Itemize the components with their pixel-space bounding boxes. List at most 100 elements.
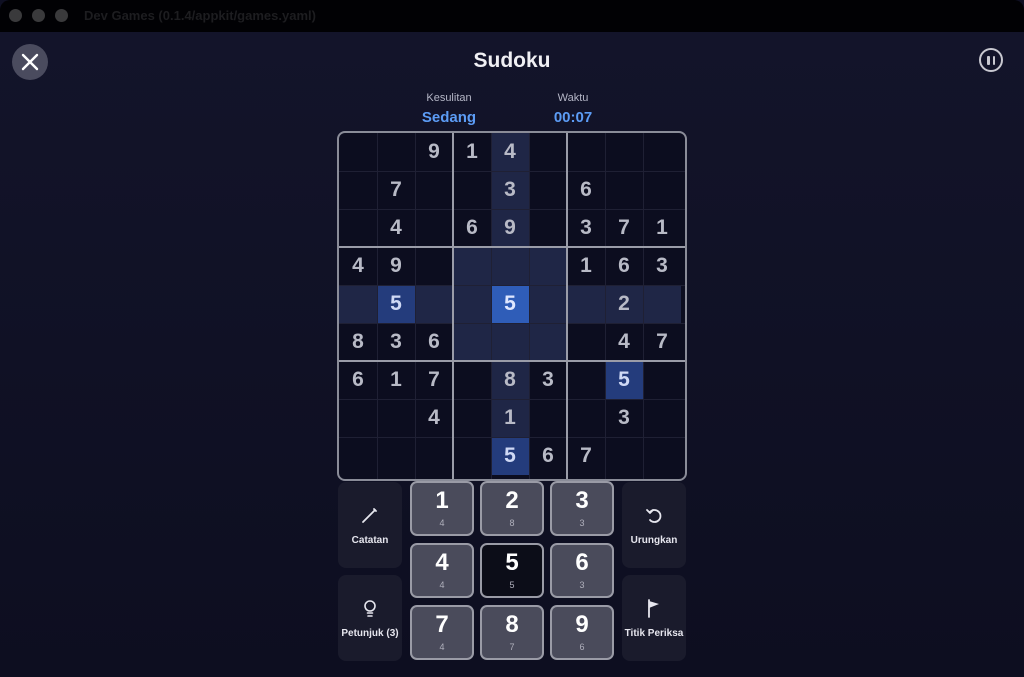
sudoku-cell[interactable] xyxy=(453,437,491,475)
sudoku-cell[interactable] xyxy=(339,285,377,323)
number-button-4[interactable]: 4 4 xyxy=(410,543,474,598)
sudoku-cell[interactable] xyxy=(415,437,453,475)
sudoku-cell[interactable]: 3 xyxy=(377,323,415,361)
sudoku-cell[interactable] xyxy=(643,133,681,171)
sudoku-cell[interactable] xyxy=(529,285,567,323)
sudoku-cell[interactable]: 6 xyxy=(453,209,491,247)
pause-button[interactable] xyxy=(979,48,1003,72)
sudoku-cell[interactable] xyxy=(453,171,491,209)
sudoku-cell[interactable] xyxy=(377,399,415,437)
sudoku-cell[interactable] xyxy=(567,133,605,171)
sudoku-cell[interactable] xyxy=(605,171,643,209)
number-button-1[interactable]: 1 4 xyxy=(410,481,474,536)
sudoku-cell[interactable]: 4 xyxy=(377,209,415,247)
sudoku-cell[interactable]: 3 xyxy=(605,399,643,437)
sudoku-cell[interactable]: 3 xyxy=(529,361,567,399)
notes-button[interactable]: Catatan xyxy=(338,482,402,568)
window-zoom-control[interactable] xyxy=(55,9,68,22)
checkpoint-label: Titik Periksa xyxy=(624,627,684,639)
sudoku-cell[interactable]: 6 xyxy=(339,361,377,399)
sudoku-cell[interactable] xyxy=(339,437,377,475)
number-button-9[interactable]: 9 6 xyxy=(550,605,614,660)
sudoku-cell[interactable] xyxy=(605,437,643,475)
sudoku-cell[interactable] xyxy=(453,285,491,323)
sudoku-cell[interactable] xyxy=(529,399,567,437)
sudoku-cell[interactable]: 7 xyxy=(415,361,453,399)
sudoku-cell[interactable] xyxy=(415,285,453,323)
sudoku-cell[interactable] xyxy=(491,247,529,285)
sudoku-cell[interactable] xyxy=(567,399,605,437)
sudoku-cell[interactable] xyxy=(415,247,453,285)
number-button-3[interactable]: 3 3 xyxy=(550,481,614,536)
hint-label: Petunjuk (3) xyxy=(341,627,399,639)
sudoku-cell[interactable]: 5 xyxy=(377,285,415,323)
sudoku-cell[interactable]: 5 xyxy=(491,285,529,323)
sudoku-cell[interactable]: 6 xyxy=(529,437,567,475)
number-button-5[interactable]: 5 5 xyxy=(480,543,544,598)
sudoku-cell[interactable]: 7 xyxy=(605,209,643,247)
sudoku-cell[interactable] xyxy=(643,437,681,475)
sudoku-cell[interactable] xyxy=(453,323,491,361)
number-button-8[interactable]: 8 7 xyxy=(480,605,544,660)
sudoku-cell[interactable]: 1 xyxy=(453,133,491,171)
sudoku-cell[interactable] xyxy=(339,171,377,209)
sudoku-cell[interactable]: 4 xyxy=(491,133,529,171)
sudoku-cell[interactable]: 4 xyxy=(415,399,453,437)
sudoku-cell[interactable]: 3 xyxy=(567,209,605,247)
sudoku-cell[interactable] xyxy=(643,285,681,323)
window-close-control[interactable] xyxy=(9,9,22,22)
sudoku-cell[interactable]: 5 xyxy=(491,437,529,475)
sudoku-cell[interactable]: 1 xyxy=(377,361,415,399)
sudoku-cell[interactable] xyxy=(643,361,681,399)
sudoku-cell[interactable]: 7 xyxy=(643,323,681,361)
sudoku-cell[interactable] xyxy=(567,285,605,323)
sudoku-cell[interactable] xyxy=(339,209,377,247)
window-minimize-control[interactable] xyxy=(32,9,45,22)
sudoku-cell[interactable]: 5 xyxy=(605,361,643,399)
sudoku-cell[interactable]: 8 xyxy=(491,361,529,399)
sudoku-cell[interactable]: 6 xyxy=(605,247,643,285)
sudoku-cell[interactable] xyxy=(453,247,491,285)
sudoku-cell[interactable]: 3 xyxy=(491,171,529,209)
sudoku-cell[interactable]: 2 xyxy=(605,285,643,323)
sudoku-cell[interactable]: 7 xyxy=(567,437,605,475)
sudoku-cell[interactable] xyxy=(453,399,491,437)
hint-button[interactable]: Petunjuk (3) xyxy=(338,575,402,661)
sudoku-cell[interactable]: 6 xyxy=(415,323,453,361)
sudoku-cell[interactable]: 4 xyxy=(605,323,643,361)
sudoku-cell[interactable]: 9 xyxy=(491,209,529,247)
sudoku-cell[interactable]: 6 xyxy=(567,171,605,209)
sudoku-cell[interactable] xyxy=(529,323,567,361)
number-button-2[interactable]: 2 8 xyxy=(480,481,544,536)
sudoku-cell[interactable]: 1 xyxy=(643,209,681,247)
sudoku-cell[interactable] xyxy=(339,399,377,437)
sudoku-cell[interactable] xyxy=(529,133,567,171)
undo-button[interactable]: Urungkan xyxy=(622,482,686,568)
sudoku-cell[interactable] xyxy=(529,171,567,209)
sudoku-cell[interactable]: 9 xyxy=(377,247,415,285)
sudoku-cell[interactable]: 3 xyxy=(643,247,681,285)
sudoku-cell[interactable]: 1 xyxy=(491,399,529,437)
sudoku-cell[interactable]: 9 xyxy=(415,133,453,171)
sudoku-cell[interactable] xyxy=(605,133,643,171)
sudoku-cell[interactable] xyxy=(415,171,453,209)
sudoku-cell[interactable] xyxy=(339,133,377,171)
sudoku-cell[interactable] xyxy=(643,171,681,209)
sudoku-cell[interactable]: 4 xyxy=(339,247,377,285)
sudoku-cell[interactable] xyxy=(377,133,415,171)
sudoku-cell[interactable] xyxy=(491,323,529,361)
sudoku-cell[interactable]: 1 xyxy=(567,247,605,285)
number-button-6[interactable]: 6 3 xyxy=(550,543,614,598)
sudoku-cell[interactable] xyxy=(453,361,491,399)
sudoku-cell[interactable] xyxy=(643,399,681,437)
sudoku-cell[interactable] xyxy=(567,323,605,361)
sudoku-cell[interactable]: 7 xyxy=(377,171,415,209)
sudoku-cell[interactable]: 8 xyxy=(339,323,377,361)
checkpoint-button[interactable]: Titik Periksa xyxy=(622,575,686,661)
sudoku-cell[interactable] xyxy=(415,209,453,247)
sudoku-cell[interactable] xyxy=(529,209,567,247)
sudoku-cell[interactable] xyxy=(567,361,605,399)
sudoku-cell[interactable] xyxy=(377,437,415,475)
sudoku-cell[interactable] xyxy=(529,247,567,285)
number-button-7[interactable]: 7 4 xyxy=(410,605,474,660)
